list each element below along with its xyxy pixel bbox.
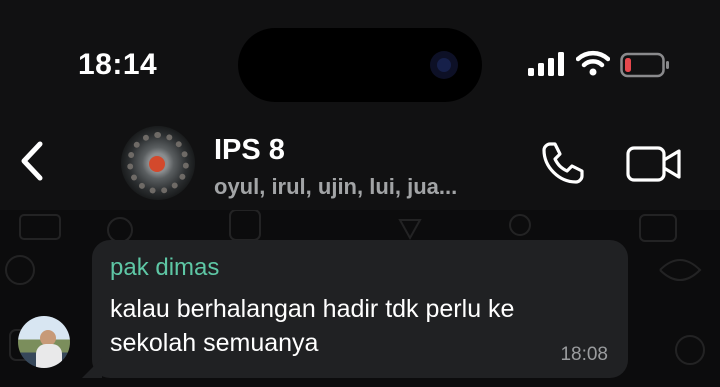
status-time: 18:14 xyxy=(78,48,158,81)
group-avatar-center xyxy=(149,156,165,172)
phone-icon[interactable] xyxy=(540,140,586,186)
sender-avatar[interactable] xyxy=(18,316,70,368)
cellular-signal-icon xyxy=(528,52,564,76)
avatar-body xyxy=(36,344,62,368)
wifi-icon xyxy=(576,50,610,76)
status-bar: 18:14 xyxy=(0,0,720,110)
message-sender[interactable]: pak dimas xyxy=(110,254,219,282)
message-text: kalau berhalangan hadir tdk perlu ke sek… xyxy=(110,295,515,357)
battery-low-icon xyxy=(620,52,669,78)
group-title[interactable]: IPS 8 xyxy=(214,134,285,167)
message-bubble[interactable]: pak dimas kalau berhalangan hadir tdk pe… xyxy=(92,240,628,378)
camera-lens xyxy=(430,51,458,79)
video-camera-icon[interactable] xyxy=(626,146,682,182)
chat-area[interactable]: pak dimas kalau berhalangan hadir tdk pe… xyxy=(0,210,720,387)
group-members[interactable]: oyul, irul, ujin, lui, jua... xyxy=(214,174,520,200)
dynamic-island xyxy=(238,28,482,102)
chat-header: IPS 8 oyul, irul, ujin, lui, jua... xyxy=(0,110,720,210)
message-time: 18:08 xyxy=(560,344,608,365)
back-chevron-icon[interactable] xyxy=(16,140,46,182)
group-avatar[interactable] xyxy=(121,126,195,200)
